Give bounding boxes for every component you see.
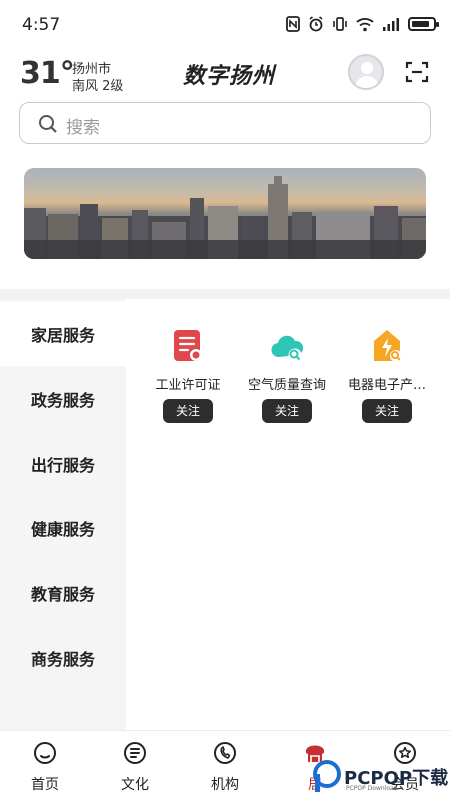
section-divider — [0, 289, 450, 299]
category-item-health[interactable]: 健康服务 — [0, 495, 126, 560]
category-label: 政务服务 — [30, 390, 95, 410]
follow-button[interactable]: 关注 — [362, 399, 412, 423]
category-sidebar: 家居服务 政务服务 出行服务 健康服务 教育服务 商务服务 — [0, 299, 126, 730]
scan-icon[interactable] — [405, 60, 429, 84]
avatar[interactable] — [348, 54, 384, 90]
service-name: 空气质量查询 — [247, 378, 326, 393]
nav-item-home[interactable]: 首页 — [0, 731, 90, 800]
nav-label: 文化 — [121, 777, 149, 793]
battery-fill — [412, 21, 429, 27]
follow-button[interactable]: 关注 — [262, 399, 312, 423]
cloud-search-icon — [271, 335, 303, 362]
nav-label: 机构 — [211, 777, 239, 793]
category-item-travel[interactable]: 出行服务 — [0, 431, 126, 496]
search-icon — [39, 115, 57, 133]
category-item-education[interactable]: 教育服务 — [0, 560, 126, 625]
banner-image[interactable] — [24, 168, 426, 259]
watermark: PCPOP下载 PCPOP Download — [312, 758, 450, 800]
service-name: 电器电子产… — [347, 378, 426, 393]
temperature: 31° — [20, 56, 75, 91]
signal-icon — [383, 18, 399, 31]
certificate-icon — [174, 330, 202, 361]
nfc-icon — [286, 16, 300, 32]
nav-label: 首页 — [31, 777, 59, 793]
category-label: 出行服务 — [30, 455, 95, 475]
category-label: 健康服务 — [30, 519, 95, 539]
category-item-government[interactable]: 政务服务 — [0, 366, 126, 431]
follow-button[interactable]: 关注 — [163, 399, 213, 423]
watermark-logo-icon — [313, 760, 341, 792]
search-bar[interactable]: 搜索 — [19, 102, 431, 144]
home-icon — [34, 742, 56, 764]
culture-icon — [124, 742, 146, 764]
service-item[interactable]: 空气质量查询 关注 — [237, 329, 337, 425]
brand-title: 数字扬州 — [183, 63, 276, 89]
search-placeholder: 搜索 — [66, 118, 100, 138]
category-label: 家居服务 — [30, 325, 95, 345]
battery-icon — [408, 17, 439, 31]
nav-item-organization[interactable]: 机构 — [180, 731, 270, 800]
category-item-business[interactable]: 商务服务 — [0, 625, 126, 690]
service-item[interactable]: 工业许可证 关注 — [138, 329, 238, 425]
organization-icon — [214, 742, 236, 764]
wifi-icon — [356, 17, 374, 31]
wind-info: 南风 2级 — [72, 79, 124, 94]
status-icons — [286, 16, 439, 32]
avatar-head — [361, 62, 373, 74]
status-bar: 4:57 — [0, 0, 450, 50]
category-item-home[interactable]: 家居服务 — [0, 301, 126, 366]
nav-item-culture[interactable]: 文化 — [90, 731, 180, 800]
power-search-icon — [374, 330, 402, 362]
category-label: 商务服务 — [30, 649, 95, 669]
avatar-body — [355, 76, 379, 88]
service-name: 工业许可证 — [155, 378, 221, 393]
header: 31° 扬州市 南风 2级 数字扬州 — [0, 50, 450, 98]
alarm-icon — [309, 16, 323, 32]
category-label: 教育服务 — [30, 584, 95, 604]
watermark-sub: PCPOP Download — [346, 785, 398, 792]
status-time: 4:57 — [22, 15, 61, 35]
service-item[interactable]: 电器电子产… 关注 — [337, 329, 437, 425]
city-skyline-image — [24, 176, 426, 259]
vibrate-icon — [333, 17, 347, 31]
